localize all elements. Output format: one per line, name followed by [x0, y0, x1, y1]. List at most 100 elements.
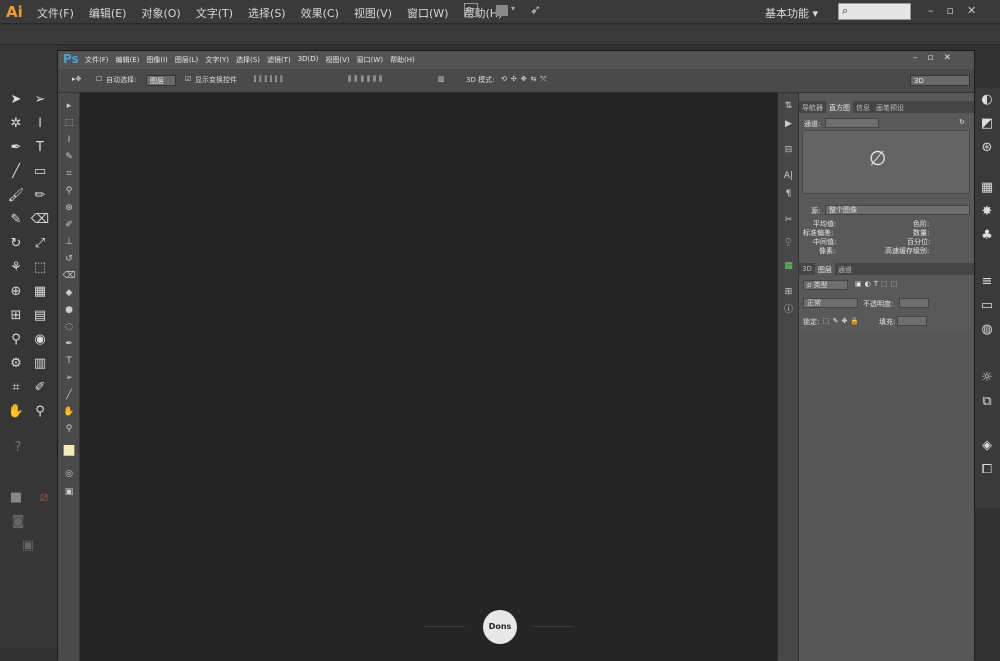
eyedropper-tool-icon[interactable]: ⚲: [6, 330, 26, 350]
screen-mode-icon[interactable]: ▣: [61, 485, 77, 500]
history-icon[interactable]: ⇅: [781, 99, 796, 113]
swatches-icon[interactable]: ▦: [781, 259, 796, 273]
ps-menu-3d[interactable]: 3D(D): [298, 55, 319, 65]
hand-tool-icon[interactable]: ✋: [61, 405, 77, 420]
opacity-input[interactable]: [899, 298, 929, 308]
line-tool-icon[interactable]: ╱: [6, 162, 26, 182]
color-guide-icon[interactable]: ◐: [977, 90, 997, 110]
hand-tool-icon[interactable]: ✋: [6, 402, 26, 422]
marquee-tool-icon[interactable]: ⬚: [61, 116, 77, 131]
scale-tool-icon[interactable]: ⤢: [30, 234, 50, 254]
tab-layers[interactable]: 图层: [814, 263, 835, 275]
fill-stroke-icon[interactable]: ?: [8, 438, 28, 458]
brushes-icon[interactable]: ▦: [977, 178, 997, 198]
free-transform-tool-icon[interactable]: ⬚: [30, 258, 50, 278]
ai-menu-file[interactable]: 文件(F): [37, 5, 74, 21]
lasso-tool-icon[interactable]: ߊ: [61, 133, 77, 148]
color-icon[interactable]: ◩: [977, 114, 997, 134]
healing-brush-icon[interactable]: ⊛: [61, 201, 77, 216]
align-buttons-icon[interactable]: ⫿⫿⫿⫿⫿⫿: [254, 75, 285, 84]
magic-wand-tool-icon[interactable]: ✲: [6, 114, 26, 134]
refresh-icon[interactable]: ↻: [959, 118, 965, 126]
transparency-icon[interactable]: ◍: [977, 320, 997, 340]
tab-navigator[interactable]: 导航器: [799, 101, 826, 113]
path-select-icon[interactable]: ➢: [61, 371, 77, 386]
move-tool-icon[interactable]: ▸: [61, 99, 77, 114]
direct-selection-tool-icon[interactable]: ➢: [30, 90, 50, 110]
brush-icon[interactable]: ✸: [977, 202, 997, 222]
tool-presets-icon[interactable]: ⊟: [781, 143, 796, 157]
gpu-performance-icon[interactable]: ➶: [530, 3, 541, 18]
brush-settings-icon[interactable]: ✂: [781, 213, 796, 227]
ps-menu-select[interactable]: 选择(S): [236, 55, 260, 65]
lasso-tool-icon[interactable]: ߊ: [30, 114, 50, 134]
draw-mode-icon[interactable]: ◙: [8, 512, 28, 532]
bridge-button[interactable]: Br: [464, 3, 478, 17]
pen-tool-icon[interactable]: ✒: [61, 337, 77, 352]
ps-menu-file[interactable]: 文件(F): [85, 55, 109, 65]
eraser-tool-icon[interactable]: ⌫: [30, 210, 50, 230]
blob-brush-tool-icon[interactable]: ✎: [6, 210, 26, 230]
paint-bucket-icon[interactable]: ◆: [61, 286, 77, 301]
foreground-color-swatch[interactable]: ■: [61, 443, 77, 458]
ps-menu-layer[interactable]: 图层(L): [175, 55, 198, 65]
lock-icons[interactable]: ⬚✎✥🔒: [823, 317, 862, 325]
zoom-tool-icon[interactable]: ⚲: [61, 422, 77, 437]
symbol-sprayer-tool-icon[interactable]: ⚙: [6, 354, 26, 374]
auto-select-target[interactable]: 图层: [146, 75, 176, 86]
ps-window-controls[interactable]: –▫✕: [913, 53, 961, 63]
screen-mode-icon[interactable]: ▣: [18, 536, 38, 556]
zoom-tool-icon[interactable]: ⚲: [30, 402, 50, 422]
ps-menu-window[interactable]: 窗口(W): [357, 55, 383, 65]
appearance-icon[interactable]: ☼: [977, 368, 997, 388]
graphic-styles-icon[interactable]: ⧉: [977, 392, 997, 412]
tab-histogram[interactable]: 直方图: [826, 101, 853, 113]
crop-tool-icon[interactable]: ⌗: [61, 167, 77, 182]
brush-tool-icon[interactable]: ✐: [61, 218, 77, 233]
styles-icon[interactable]: ⊞: [781, 285, 796, 299]
slice-tool-icon[interactable]: ✐: [30, 378, 50, 398]
swatches-icon[interactable]: ⊛: [977, 138, 997, 158]
shape-builder-tool-icon[interactable]: ⊕: [6, 282, 26, 302]
actions-icon[interactable]: ▶: [781, 117, 796, 131]
stroke-icon[interactable]: ≡: [977, 272, 997, 292]
layer-kind-filter[interactable]: ρ 类型: [803, 280, 848, 290]
artboard-tool-icon[interactable]: ⌗: [6, 378, 26, 398]
ai-menu-window[interactable]: 窗口(W): [407, 5, 448, 21]
info-icon[interactable]: ⓘ: [781, 303, 796, 317]
eyedropper-tool-icon[interactable]: ⚲: [61, 184, 77, 199]
tab-3d[interactable]: 3D: [799, 263, 815, 275]
ps-menu-edit[interactable]: 编辑(E): [116, 55, 140, 65]
quick-select-tool-icon[interactable]: ✎: [61, 150, 77, 165]
ps-canvas-area[interactable]: [80, 93, 777, 661]
auto-select-checkbox[interactable]: ☐: [96, 75, 102, 83]
none-mode-icon[interactable]: ⧄: [34, 488, 54, 508]
search-input[interactable]: ⌕: [838, 3, 911, 20]
gradient-icon[interactable]: ▭: [977, 296, 997, 316]
gradient-tool-icon[interactable]: ▤: [30, 306, 50, 326]
ai-menu-object[interactable]: 对象(O): [141, 5, 180, 21]
selection-tool-icon[interactable]: ➤: [6, 90, 26, 110]
arrange-documents-button[interactable]: ▾: [496, 4, 518, 18]
ps-menu-help[interactable]: 帮助(H): [390, 55, 415, 65]
paintbrush-tool-icon[interactable]: 🖌: [6, 186, 26, 206]
ps-menu-view[interactable]: 视图(V): [325, 55, 349, 65]
ai-window-controls[interactable]: –▫✕: [928, 4, 989, 17]
auto-align-icon[interactable]: ▥: [438, 75, 447, 83]
symbols-icon[interactable]: ♣: [977, 226, 997, 246]
ai-menu-view[interactable]: 视图(V): [354, 5, 392, 21]
ps-menu-type[interactable]: 文字(Y): [205, 55, 229, 65]
type-tool-icon[interactable]: T: [30, 138, 50, 158]
layers-list[interactable]: [799, 331, 974, 661]
warp-tool-icon[interactable]: ⚘: [6, 258, 26, 278]
eraser-tool-icon[interactable]: ⌫: [61, 269, 77, 284]
quick-mask-icon[interactable]: ◎: [61, 467, 77, 482]
channel-select[interactable]: [825, 118, 879, 128]
ai-menu-select[interactable]: 选择(S): [248, 5, 286, 21]
move-tool-preset-icon[interactable]: ▸✥: [72, 75, 81, 83]
artboards-icon[interactable]: ⧠: [977, 460, 997, 480]
ai-menu-type[interactable]: 文字(T): [196, 5, 233, 21]
column-graph-tool-icon[interactable]: ▥: [30, 354, 50, 374]
ps-menu-filter[interactable]: 滤镜(T): [267, 55, 291, 65]
tab-channels[interactable]: 通道: [835, 263, 855, 275]
